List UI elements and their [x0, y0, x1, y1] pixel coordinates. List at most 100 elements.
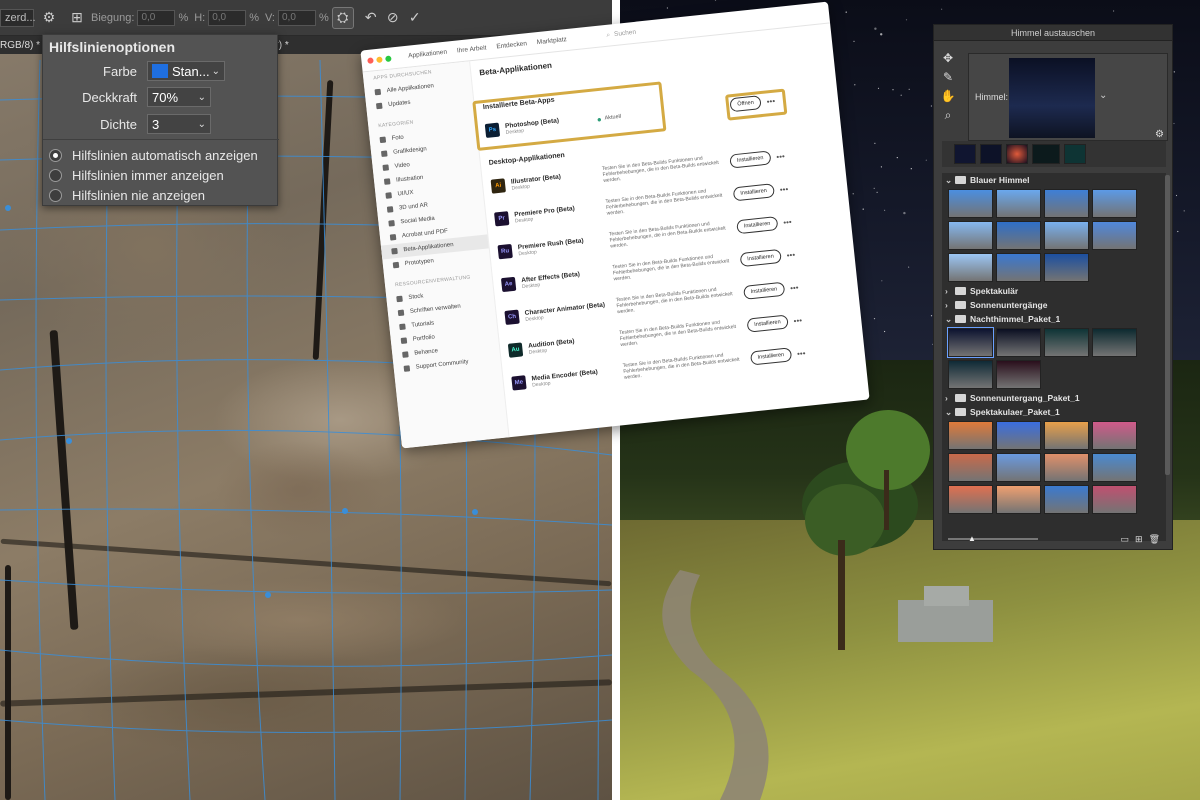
nav-tab-work[interactable]: Ihre Arbeit [457, 44, 487, 54]
sky-thumbnail[interactable] [1092, 453, 1137, 482]
sky-thumbnail[interactable] [1044, 189, 1089, 218]
sky-thumbnail[interactable] [996, 485, 1041, 514]
undo-icon[interactable]: ↶ [360, 7, 382, 29]
scrollbar[interactable] [1165, 175, 1170, 475]
sky-thumbnail[interactable] [948, 453, 993, 482]
document-tab[interactable]: RGB/8) * [0, 40, 40, 51]
slider-handle[interactable]: ▲ [968, 534, 976, 543]
sky-thumbnail[interactable] [1092, 189, 1137, 218]
recent-sky-thumb[interactable] [1064, 144, 1086, 164]
install-button[interactable]: Installieren [749, 347, 792, 366]
chevron-down-icon[interactable]: ⌄ [1099, 90, 1107, 101]
color-dropdown[interactable]: Stan... ⌄ [147, 61, 225, 81]
radio-button[interactable] [49, 148, 62, 162]
folder-icon[interactable]: ▭ [1121, 534, 1130, 545]
bend-input[interactable]: 0,0 [137, 9, 176, 26]
gear-icon[interactable]: ⚙ [38, 7, 60, 29]
radio-button[interactable] [49, 188, 62, 202]
chevron-right-icon[interactable]: › [945, 393, 955, 403]
more-icon[interactable]: ••• [790, 283, 799, 293]
sky-thumbnail[interactable] [948, 421, 993, 450]
add-icon[interactable]: ⊞ [1135, 534, 1143, 545]
preset-folder[interactable]: ⌄ Nachthimmel_Paket_1 [942, 312, 1166, 326]
sky-thumbnail[interactable] [996, 189, 1041, 218]
warp-preset-dropdown[interactable]: zerd... [0, 8, 36, 27]
radio-never-guides[interactable]: Hilfslinien nie anzeigen [43, 185, 279, 205]
sky-thumbnail[interactable] [1044, 221, 1089, 250]
install-button[interactable]: Installieren [743, 281, 785, 300]
preset-folder[interactable]: › Sonnenuntergänge [942, 298, 1166, 312]
sky-thumbnail[interactable] [1044, 328, 1089, 357]
preset-folder[interactable]: ⌄ Blauer Himmel [942, 173, 1166, 187]
move-icon[interactable]: ✥ [938, 51, 958, 69]
sky-thumbnail[interactable] [996, 421, 1041, 450]
sky-thumbnail[interactable] [996, 221, 1041, 250]
close-dot[interactable] [367, 56, 374, 64]
h-input[interactable]: 0,0 [208, 9, 247, 26]
warp-orientation-icon[interactable]: ⊞ [66, 7, 88, 29]
sky-thumbnail[interactable] [996, 360, 1041, 389]
sky-thumbnail[interactable] [1044, 421, 1089, 450]
nav-tab-marketplace[interactable]: Marktplatz [537, 36, 568, 46]
more-icon[interactable]: ••• [776, 151, 785, 161]
recent-sky-thumb[interactable] [1032, 144, 1060, 164]
recent-sky-thumb[interactable] [954, 144, 976, 164]
preset-folder[interactable]: ⌄ Spektakulaer_Paket_1 [942, 405, 1166, 419]
sky-thumbnail[interactable] [996, 453, 1041, 482]
density-dropdown[interactable]: 3 ⌄ [147, 114, 211, 134]
sky-thumbnail[interactable] [996, 253, 1041, 282]
recent-sky-thumb[interactable] [1006, 144, 1028, 164]
more-icon[interactable]: ••• [786, 250, 795, 260]
sky-thumbnail[interactable] [1092, 328, 1137, 357]
more-icon[interactable]: ••• [797, 348, 806, 358]
sky-thumbnail[interactable] [1092, 421, 1137, 450]
more-icon[interactable]: ••• [783, 217, 792, 227]
zoom-icon[interactable]: ⌕ [938, 108, 958, 126]
sky-thumbnail[interactable] [948, 360, 993, 389]
nav-tab-discover[interactable]: Entdecken [496, 40, 527, 50]
search-icon[interactable]: ⌕ [606, 31, 610, 39]
install-button[interactable]: Installieren [746, 314, 789, 333]
more-icon[interactable]: ••• [779, 184, 788, 194]
nav-tab-apps[interactable]: Applikationen [408, 49, 448, 60]
preset-folder[interactable]: › Spektakulär [942, 284, 1166, 298]
sky-thumbnail[interactable] [1044, 253, 1089, 282]
preset-folder[interactable]: › Sonnenuntergang_Paket_1 [942, 391, 1166, 405]
thumbnail-size-slider[interactable]: ▲ [948, 534, 1038, 543]
install-button[interactable]: Installieren [729, 150, 772, 169]
hand-icon[interactable]: ✋ [938, 89, 958, 107]
search-field[interactable]: Suchen [614, 29, 637, 38]
install-button[interactable]: Installieren [739, 248, 782, 268]
chevron-down-icon[interactable]: ⌄ [945, 175, 955, 186]
sky-thumbnail[interactable] [1044, 485, 1089, 514]
sky-thumbnail[interactable] [1092, 485, 1137, 514]
commit-icon[interactable]: ✓ [404, 7, 426, 29]
chevron-right-icon[interactable]: › [945, 286, 955, 296]
sky-thumbnail[interactable] [948, 189, 993, 218]
radio-auto-guides[interactable]: Hilfslinien automatisch anzeigen [43, 145, 279, 165]
chevron-down-icon[interactable]: ⌄ [945, 407, 955, 418]
v-input[interactable]: 0,0 [278, 9, 316, 26]
radio-always-guides[interactable]: Hilfslinien immer anzeigen [43, 165, 279, 185]
opacity-dropdown[interactable]: 70% ⌄ [147, 87, 211, 107]
sky-thumbnail[interactable] [948, 485, 993, 514]
install-button[interactable]: Installieren [736, 216, 779, 235]
maximize-dot[interactable] [385, 54, 392, 62]
minimize-dot[interactable] [376, 55, 383, 63]
trash-icon[interactable]: 🗑 [1149, 534, 1160, 545]
guide-options-icon[interactable]: ⛭ [331, 6, 354, 29]
install-button[interactable]: Installieren [732, 183, 775, 202]
gear-icon[interactable]: ⚙ [1155, 129, 1164, 140]
sky-thumbnail[interactable] [947, 327, 994, 358]
more-icon[interactable]: ••• [793, 316, 802, 326]
chevron-right-icon[interactable]: › [945, 300, 955, 310]
sky-thumbnail[interactable] [996, 328, 1041, 357]
sky-thumbnail[interactable] [1044, 453, 1089, 482]
cancel-icon[interactable]: ⊘ [382, 7, 404, 29]
sky-thumbnail[interactable] [1092, 221, 1137, 250]
chevron-down-icon[interactable]: ⌄ [945, 314, 955, 325]
radio-button[interactable] [49, 168, 62, 182]
sky-thumbnail[interactable] [948, 253, 993, 282]
recent-sky-thumb[interactable] [980, 144, 1002, 164]
sky-thumbnail[interactable] [948, 221, 993, 250]
